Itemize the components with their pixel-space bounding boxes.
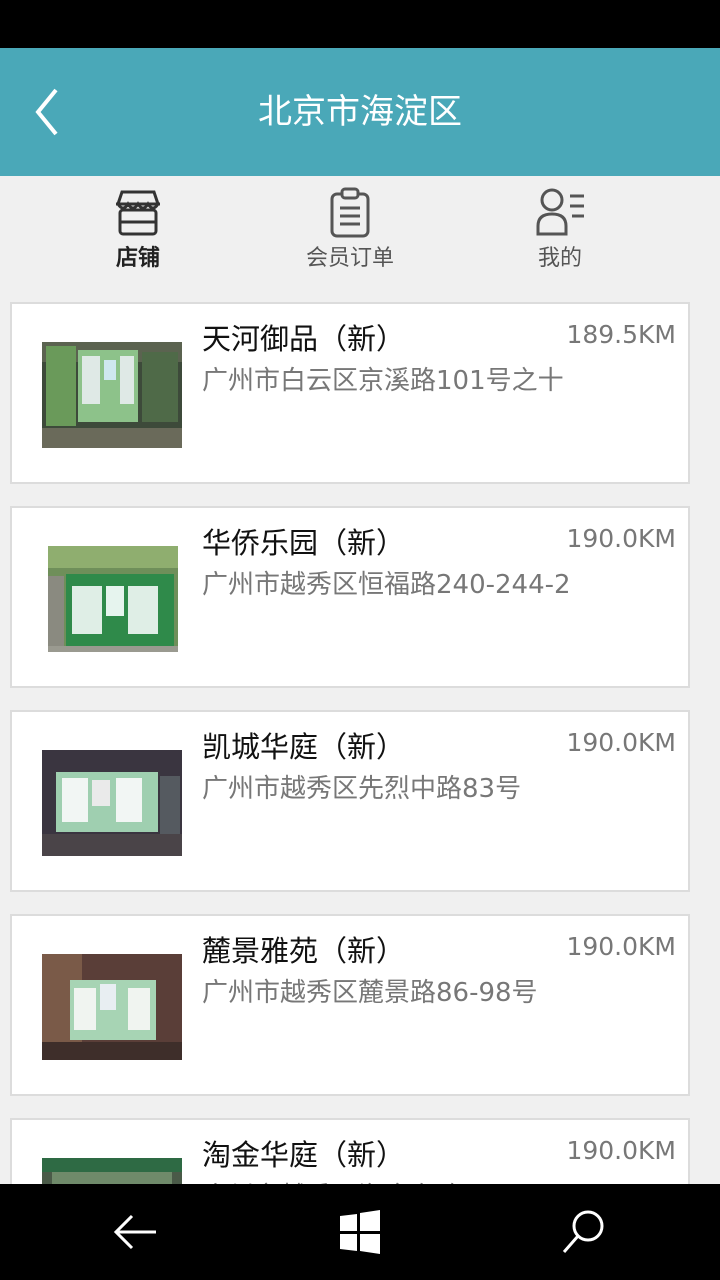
store-name: 华侨乐园（新） bbox=[202, 526, 406, 560]
store-distance: 190.0KM bbox=[566, 728, 676, 757]
tab-member-orders[interactable]: 会员订单 bbox=[280, 186, 420, 282]
store-name: 凯城华庭（新） bbox=[202, 730, 406, 764]
chevron-left-icon bbox=[35, 88, 58, 136]
store-address: 广州市越秀区先烈中路83号 bbox=[202, 774, 522, 804]
arrow-left-icon bbox=[113, 1214, 156, 1250]
store-icon bbox=[116, 190, 160, 236]
tab-mine-label: 我的 bbox=[537, 246, 582, 271]
store-list: 天河御品（新） 189.5KM 广州市白云区京溪路101号之十 华侨乐园（新） bbox=[10, 302, 690, 1184]
store-distance: 190.0KM bbox=[566, 1136, 676, 1165]
user-list-icon bbox=[536, 188, 584, 236]
back-button[interactable] bbox=[28, 86, 72, 138]
store-address: 广州市越秀区恒福路240-244-2 bbox=[202, 570, 571, 600]
store-card[interactable]: 凯城华庭（新） 190.0KM 广州市越秀区先烈中路83号 bbox=[10, 710, 690, 892]
tab-mine[interactable]: 我的 bbox=[490, 186, 630, 282]
tab-store-label: 店铺 bbox=[115, 246, 160, 271]
tab-store[interactable]: 店铺 bbox=[68, 186, 208, 282]
store-card[interactable]: 麓景雅苑（新） 190.0KM 广州市越秀区麓景路86-98号 bbox=[10, 914, 690, 1096]
app-header: 北京市海淀区 bbox=[0, 48, 720, 176]
store-name: 麓景雅苑（新） bbox=[202, 934, 406, 968]
nav-search-button[interactable] bbox=[556, 1204, 612, 1260]
store-address: 广州市白云区京溪路101号之十 bbox=[202, 366, 564, 396]
status-bar bbox=[0, 0, 720, 48]
store-distance: 189.5KM bbox=[566, 320, 676, 349]
store-photo bbox=[42, 342, 182, 448]
tab-bar: 店铺 会员订单 我的 bbox=[0, 176, 720, 288]
store-address: 广州市越秀区淘金东路85-205 bbox=[202, 1176, 572, 1184]
clipboard-icon bbox=[330, 187, 370, 238]
tab-member-orders-label: 会员订单 bbox=[305, 246, 394, 271]
store-distance: 190.0KM bbox=[566, 932, 676, 961]
store-name: 淘金华庭（新） bbox=[202, 1138, 406, 1172]
store-photo bbox=[42, 750, 182, 856]
store-photo bbox=[42, 546, 182, 652]
page-title: 北京市海淀区 bbox=[258, 92, 462, 132]
store-name: 天河御品（新） bbox=[202, 322, 406, 356]
store-address: 广州市越秀区麓景路86-98号 bbox=[202, 978, 538, 1008]
main-content: 店铺 会员订单 我的 天河御品（新） 189.5KM 广州市白云区京溪路101号… bbox=[0, 176, 720, 1184]
store-distance: 190.0KM bbox=[566, 524, 676, 553]
store-photo bbox=[42, 954, 182, 1060]
system-nav-bar bbox=[0, 1184, 720, 1280]
search-icon bbox=[562, 1210, 604, 1253]
store-card[interactable]: 华侨乐园（新） 190.0KM 广州市越秀区恒福路240-244-2 bbox=[10, 506, 690, 688]
store-card[interactable]: 天河御品（新） 189.5KM 广州市白云区京溪路101号之十 bbox=[10, 302, 690, 484]
windows-logo-icon bbox=[340, 1210, 380, 1254]
nav-home-button[interactable] bbox=[332, 1204, 388, 1260]
store-photo bbox=[42, 1158, 182, 1184]
nav-back-button[interactable] bbox=[108, 1204, 164, 1260]
store-card[interactable]: 淘金华庭（新） 190.0KM 广州市越秀区淘金东路85-205 bbox=[10, 1118, 690, 1184]
